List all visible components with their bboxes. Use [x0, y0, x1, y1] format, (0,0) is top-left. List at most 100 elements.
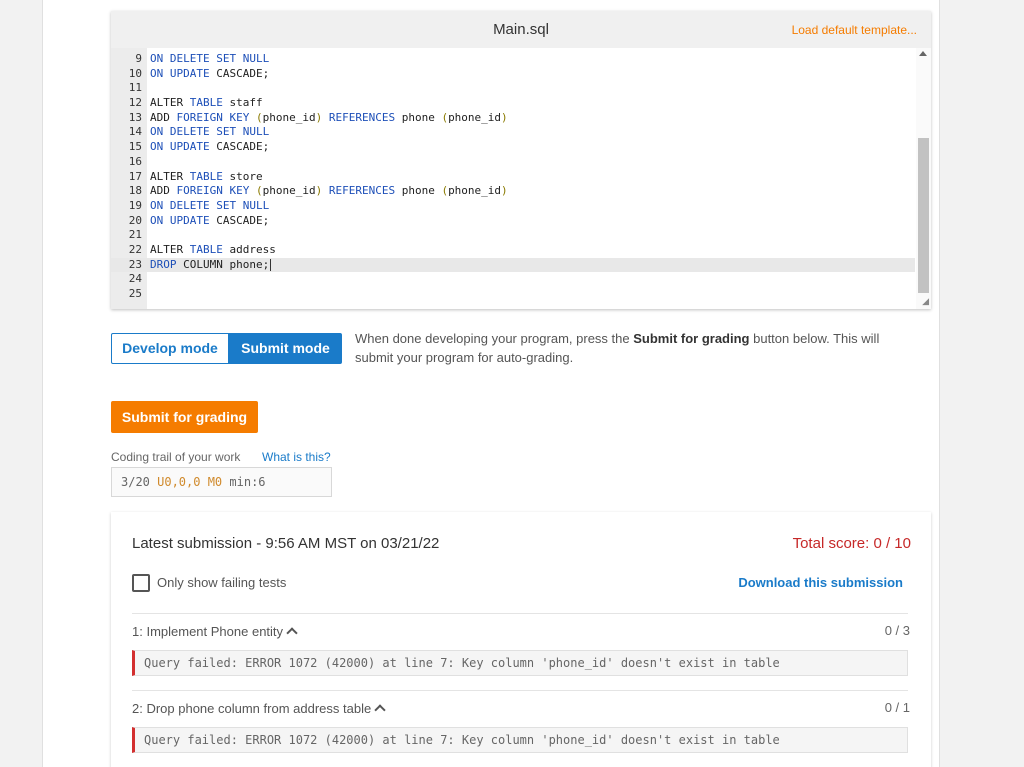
- code-text[interactable]: ADD FOREIGN KEY (phone_id) REFERENCES ph…: [150, 111, 508, 126]
- code-line[interactable]: 15 ON UPDATE CASCADE;: [111, 140, 915, 155]
- code-token: (: [255, 184, 263, 198]
- total-score: Total score: 0 / 10: [792, 535, 911, 552]
- code-token: store: [222, 169, 263, 183]
- code-editor[interactable]: Main.sql Load default template... 9 ON DE…: [111, 11, 931, 309]
- code-line[interactable]: 25: [111, 287, 915, 302]
- trail-minutes: min:6: [222, 475, 266, 489]
- scrollbar-thumb[interactable]: [918, 138, 929, 293]
- mode-toggle: Develop mode Submit mode: [111, 333, 342, 364]
- download-submission-link[interactable]: Download this submission: [738, 575, 903, 590]
- line-number: 24: [128, 272, 142, 286]
- line-number: 15: [128, 140, 142, 154]
- code-token: ON DELETE SET NULL: [150, 52, 270, 65]
- line-number: 19: [128, 198, 142, 212]
- editor-body[interactable]: 9 ON DELETE SET NULL 10 ON UPDATE CASCADE; 1…: [111, 48, 931, 309]
- what-is-this-link[interactable]: What is this?: [262, 450, 331, 464]
- code-token: TABLE: [189, 242, 223, 256]
- code-line[interactable]: 16: [111, 155, 915, 170]
- test-1-label: 1: Implement Phone entity: [132, 624, 284, 639]
- code-token: ON UPDATE: [150, 213, 210, 227]
- code-token: ON DELETE SET NULL: [150, 125, 270, 139]
- trail-m-value: M0: [200, 475, 223, 489]
- code-token: ON UPDATE: [150, 66, 210, 80]
- code-text[interactable]: ADD FOREIGN KEY (phone_id) REFERENCES ph…: [150, 184, 508, 199]
- text-cursor: [270, 258, 272, 271]
- code-token: ALTER: [150, 169, 190, 183]
- code-token: ): [501, 184, 508, 198]
- line-number: 25: [128, 287, 142, 300]
- code-token: ): [501, 110, 508, 124]
- code-token: staff: [222, 96, 263, 110]
- only-failing-checkbox[interactable]: [132, 574, 150, 592]
- code-line[interactable]: 13 ADD FOREIGN KEY (phone_id) REFERENCES …: [111, 111, 915, 126]
- code-token: CASCADE;: [209, 140, 270, 154]
- line-number: 16: [128, 154, 142, 168]
- mode-description-start: When done developing your program, press…: [355, 331, 634, 346]
- code-line[interactable]: 11: [111, 81, 915, 96]
- load-default-template-link[interactable]: Load default template...: [792, 23, 917, 37]
- code-text[interactable]: ON DELETE SET NULL: [150, 199, 269, 214]
- code-line[interactable]: 23 DROP COLUMN phone;: [111, 257, 915, 273]
- code-line[interactable]: 19 ON DELETE SET NULL: [111, 199, 915, 214]
- divider: [132, 613, 908, 614]
- main-content-column: Main.sql Load default template... 9 ON DE…: [42, 0, 940, 767]
- code-token: address: [222, 242, 276, 256]
- chevron-up-icon[interactable]: [286, 627, 298, 639]
- code-token: (: [255, 110, 263, 124]
- code-line[interactable]: 20 ON UPDATE CASCADE;: [111, 214, 915, 229]
- code-text[interactable]: ON DELETE SET NULL: [150, 125, 269, 140]
- code-text[interactable]: ON DELETE SET NULL: [150, 52, 269, 67]
- code-line[interactable]: 9 ON DELETE SET NULL: [111, 52, 915, 67]
- code-text[interactable]: ALTER TABLE address: [150, 243, 276, 258]
- editor-scrollbar[interactable]: ◢: [916, 48, 931, 309]
- test-2-label: 2: Drop phone column from address table: [132, 701, 372, 716]
- test-2-error: Query failed: ERROR 1072 (42000) at line…: [132, 727, 908, 753]
- code-line[interactable]: 14 ON DELETE SET NULL: [111, 125, 915, 140]
- test-2-score: 0 / 1: [884, 700, 910, 715]
- code-text[interactable]: ON UPDATE CASCADE;: [150, 214, 269, 229]
- code-token: DROP: [150, 257, 177, 271]
- line-number: 14: [128, 125, 142, 139]
- test-1-error: Query failed: ERROR 1072 (42000) at line…: [132, 650, 908, 676]
- line-number: 22: [128, 242, 142, 256]
- code-line[interactable]: 10 ON UPDATE CASCADE;: [111, 67, 915, 82]
- submit-mode-button[interactable]: Submit mode: [229, 333, 342, 364]
- test-1-score: 0 / 3: [884, 623, 910, 638]
- code-text[interactable]: DROP COLUMN phone;: [150, 257, 272, 273]
- code-text[interactable]: ON UPDATE CASCADE;: [150, 140, 269, 155]
- code-token: ADD: [150, 184, 177, 198]
- scroll-up-arrow-icon[interactable]: [919, 51, 927, 56]
- code-line[interactable]: 12 ALTER TABLE staff: [111, 96, 915, 111]
- chevron-up-icon[interactable]: [374, 704, 386, 716]
- test-2-name[interactable]: 2: Drop phone column from address table: [132, 701, 386, 716]
- mode-description-bold: Submit for grading: [633, 331, 750, 346]
- line-number: 11: [128, 81, 142, 95]
- code-lines[interactable]: 9 ON DELETE SET NULL 10 ON UPDATE CASCADE; 1…: [111, 52, 915, 302]
- test-1-name[interactable]: 1: Implement Phone entity: [132, 624, 298, 639]
- code-token: phone_id: [262, 184, 316, 198]
- only-failing-label[interactable]: Only show failing tests: [157, 575, 286, 590]
- code-line[interactable]: 22 ALTER TABLE address: [111, 243, 915, 258]
- code-text[interactable]: ON UPDATE CASCADE;: [150, 67, 269, 82]
- line-number: 17: [128, 169, 142, 183]
- code-line[interactable]: 21: [111, 228, 915, 243]
- line-number: 10: [128, 66, 142, 80]
- code-token: TABLE: [189, 169, 223, 183]
- code-text[interactable]: ALTER TABLE store: [150, 170, 263, 185]
- code-token: FOREIGN KEY: [176, 184, 250, 198]
- code-line[interactable]: 24: [111, 272, 915, 287]
- resize-handle-icon[interactable]: ◢: [922, 296, 929, 307]
- trail-count: 3/20: [121, 475, 158, 489]
- coding-trail-value: 3/20 U0,0,0 M0 min:6: [111, 467, 332, 497]
- code-line[interactable]: 18 ADD FOREIGN KEY (phone_id) REFERENCES …: [111, 184, 915, 199]
- code-line[interactable]: 17 ALTER TABLE store: [111, 170, 915, 185]
- code-token: CASCADE;: [209, 213, 270, 227]
- develop-mode-button[interactable]: Develop mode: [111, 333, 229, 364]
- line-number: 13: [128, 110, 142, 124]
- code-text[interactable]: ALTER TABLE staff: [150, 96, 263, 111]
- submit-for-grading-button[interactable]: Submit for grading: [111, 401, 258, 433]
- line-number: 23: [128, 257, 142, 271]
